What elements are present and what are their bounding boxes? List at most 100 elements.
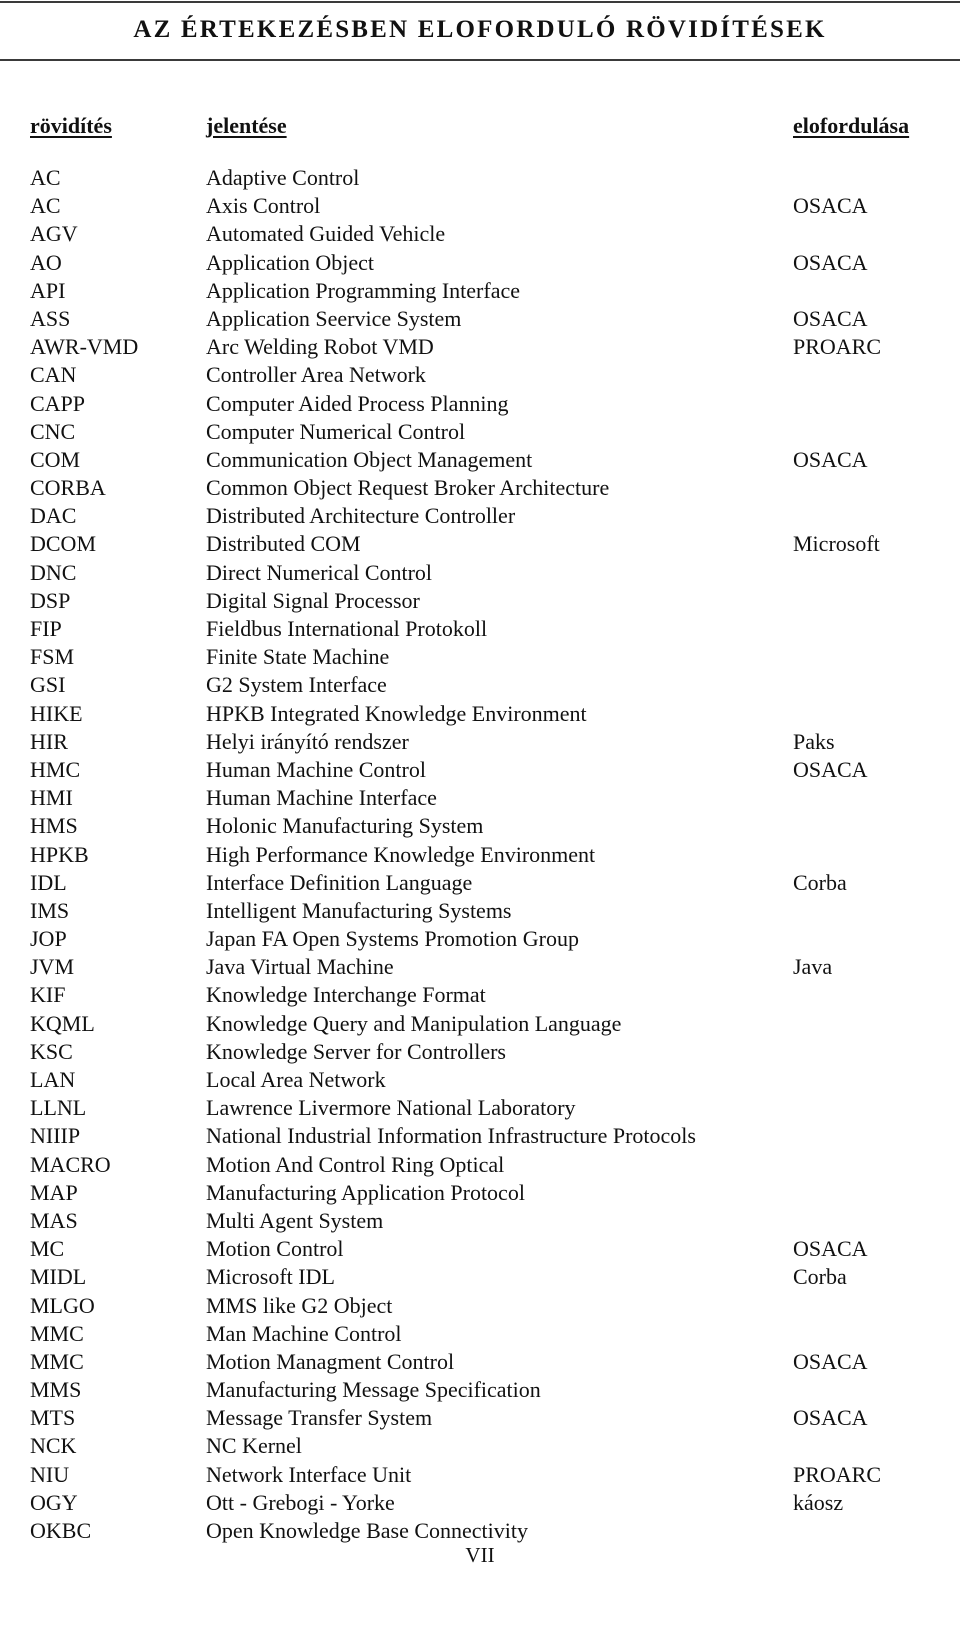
abbreviation-cell: MLGO xyxy=(30,1292,95,1318)
meaning-cell: MMS like G2 Object xyxy=(206,1292,393,1318)
table-row: MMC Motion Managment Control OSACA xyxy=(0,1348,960,1376)
meaning-cell: Human Machine Interface xyxy=(206,785,437,811)
abbreviation-cell: KQML xyxy=(30,1010,95,1036)
meaning-cell: Computer Aided Process Planning xyxy=(206,390,509,416)
table-row: KIF Knowledge Interchange Format xyxy=(0,981,960,1009)
table-row: MAS Multi Agent System xyxy=(0,1207,960,1235)
occurrence-cell: Corba xyxy=(793,1264,847,1290)
meaning-cell: Local Area Network xyxy=(206,1067,386,1092)
table-row: ASS Application Seervice System OSACA xyxy=(0,305,960,333)
table-row: MC Motion Control OSACA xyxy=(0,1235,960,1263)
abbreviation-cell: KIF xyxy=(30,982,66,1008)
meaning-cell: Knowledge Server for Controllers xyxy=(206,1038,506,1064)
table-row: HIKE HPKB Integrated Knowledge Environmen… xyxy=(0,700,960,728)
table-row: JOP Japan FA Open Systems Promotion Group xyxy=(0,925,960,953)
meaning-cell: Knowledge Interchange Format xyxy=(206,982,486,1008)
abbreviation-cell: OGY xyxy=(30,1489,78,1515)
abbreviation-cell: NIU xyxy=(30,1461,70,1487)
table-row: AGV Automated Guided Vehicle xyxy=(0,220,960,248)
table-row: IDL Interface Definition Language Corba xyxy=(0,869,960,897)
table-row: COM Communication Object Management OSACA xyxy=(0,446,960,474)
abbreviation-cell: JVM xyxy=(30,954,75,980)
top-rule xyxy=(0,1,960,3)
abbreviation-cell: CAN xyxy=(30,362,77,388)
occurrence-cell: PROARC xyxy=(793,1461,882,1487)
meaning-cell: Japan FA Open Systems Promotion Group xyxy=(206,926,579,952)
abbreviation-cell: CAPP xyxy=(30,390,86,416)
abbreviation-cell: HPKB xyxy=(30,841,89,867)
meaning-cell: Knowledge Query and Manipulation Languag… xyxy=(206,1010,622,1036)
abbreviation-cell: KSC xyxy=(30,1038,73,1064)
occurrence-cell: OSACA xyxy=(793,249,868,275)
meaning-cell: Fieldbus International Protokoll xyxy=(206,616,488,641)
table-row: AC Axis Control OSACA xyxy=(0,192,960,220)
abbreviation-cell: DSP xyxy=(30,587,71,613)
table-row: MLGO MMS like G2 Object xyxy=(0,1292,960,1320)
meaning-cell: Application Seervice System xyxy=(206,305,462,331)
occurrence-cell: OSACA xyxy=(793,446,868,472)
table-row: NIU Network Interface Unit PROARC xyxy=(0,1461,960,1489)
occurrence-cell: Paks xyxy=(793,728,835,754)
meaning-cell: G2 System Interface xyxy=(206,672,387,698)
meaning-cell: Application Programming Interface xyxy=(206,277,521,303)
table-row: GSI G2 System Interface xyxy=(0,671,960,699)
meaning-cell: Adaptive Control xyxy=(206,165,360,190)
table-row: NCK NC Kernel xyxy=(0,1432,960,1460)
meaning-cell: Direct Numerical Control xyxy=(206,559,433,585)
meaning-cell: Interface Definition Language xyxy=(206,869,473,895)
table-row: FIP Fieldbus International Protokoll xyxy=(0,615,960,643)
occurrence-cell: OSACA xyxy=(793,1236,868,1262)
table-row: FSM Finite State Machine xyxy=(0,643,960,671)
table-row: HMS Holonic Manufacturing System xyxy=(0,812,960,840)
abbreviation-cell: HIR xyxy=(30,728,68,754)
page-number: VII xyxy=(465,1543,495,1567)
meaning-cell: Application Object xyxy=(206,249,375,275)
meaning-cell: Man Machine Control xyxy=(206,1320,402,1346)
abbreviation-cell: NIIIP xyxy=(30,1123,81,1149)
meaning-cell: Computer Numerical Control xyxy=(206,418,466,444)
meaning-cell: Ott - Grebogi - Yorke xyxy=(206,1489,395,1515)
meaning-cell: Motion Control xyxy=(206,1236,344,1262)
meaning-cell: Lawrence Livermore National Laboratory xyxy=(206,1095,576,1121)
abbreviation-cell: MAP xyxy=(30,1179,78,1205)
abbreviation-cell: LAN xyxy=(30,1067,76,1092)
occurrence-cell: OSACA xyxy=(793,1348,868,1374)
meaning-cell: Manufacturing Application Protocol xyxy=(206,1179,525,1205)
meaning-cell: Communication Object Management xyxy=(206,446,533,472)
abbreviation-cell: MIDL xyxy=(30,1264,87,1290)
table-row: CAN Controller Area Network xyxy=(0,361,960,389)
table-row: CAPP Computer Aided Process Planning xyxy=(0,390,960,418)
meaning-cell: Intelligent Manufacturing Systems xyxy=(206,897,512,923)
column-header-abbreviation: rövidítés xyxy=(30,113,112,138)
abbreviation-cell: HMI xyxy=(30,785,73,811)
title-rule xyxy=(0,59,960,61)
meaning-cell: Helyi irányító rendszer xyxy=(206,728,409,754)
abbreviation-cell: CNC xyxy=(30,418,76,444)
occurrence-cell: PROARC xyxy=(793,334,882,360)
abbreviation-cell: MMC xyxy=(30,1348,84,1374)
meaning-cell: Distributed Architecture Controller xyxy=(206,503,516,529)
abbreviation-cell: COM xyxy=(30,446,81,472)
occurrence-cell: OSACA xyxy=(793,193,868,219)
table-row: KSC Knowledge Server for Controllers xyxy=(0,1038,960,1066)
table-row: KQML Knowledge Query and Manipulation Lan… xyxy=(0,1010,960,1038)
table-row: HMC Human Machine Control OSACA xyxy=(0,756,960,784)
occurrence-cell: OSACA xyxy=(793,305,868,331)
abbreviation-table: AC Adaptive Control AC Axis Control OSACA AGV… xyxy=(0,164,960,1545)
table-row: MACRO Motion And Control Ring Optical xyxy=(0,1151,960,1179)
meaning-cell: Motion And Control Ring Optical xyxy=(206,1151,505,1177)
table-row: MMS Manufacturing Message Specification xyxy=(0,1376,960,1404)
abbreviation-cell: HMC xyxy=(30,756,81,782)
meaning-cell: Human Machine Control xyxy=(206,756,426,782)
abbreviation-cell: AC xyxy=(30,165,61,190)
table-row: OGY Ott - Grebogi - Yorke káosz xyxy=(0,1489,960,1517)
table-row: NIIIP National Industrial Information Inf… xyxy=(0,1122,960,1150)
table-row: CORBA Common Object Request Broker Archit… xyxy=(0,474,960,502)
table-row: AWR-VMD Arc Welding Robot VMD PROARC xyxy=(0,333,960,361)
abbreviation-cell: DCOM xyxy=(30,531,97,557)
meaning-cell: Message Transfer System xyxy=(206,1405,433,1431)
abbreviation-cell: CORBA xyxy=(30,475,106,501)
abbreviation-cell: AWR-VMD xyxy=(30,334,139,360)
table-row: MMC Man Machine Control xyxy=(0,1320,960,1348)
meaning-cell: Holonic Manufacturing System xyxy=(206,813,484,839)
